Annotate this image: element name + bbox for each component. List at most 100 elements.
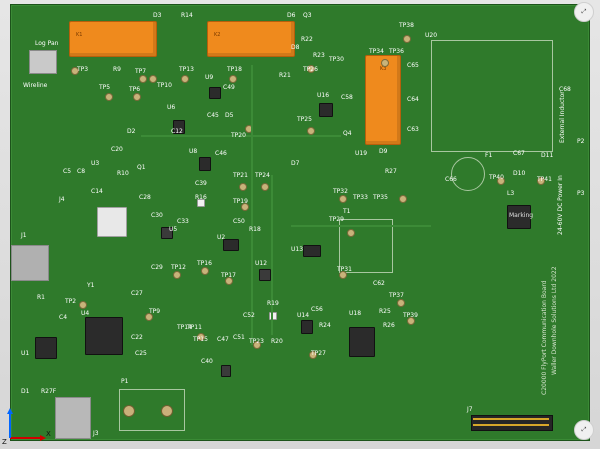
p1-pad-1: [123, 405, 135, 417]
u8-chip: [199, 157, 211, 171]
label-u13: U13: [291, 246, 304, 253]
label-tp23: TP23: [249, 338, 264, 345]
label-r27f: R27F: [41, 388, 57, 395]
label-tp29: TP29: [329, 216, 344, 223]
label-p3: P3: [577, 190, 585, 197]
pcb-3d-viewport[interactable]: K1 K2 K3 D3 R14 D6 Q3 TP38 U20 Log Pan T…: [0, 0, 600, 449]
trace-h2: [291, 225, 431, 227]
label-q1: Q1: [137, 164, 146, 171]
label-r27: R27: [385, 168, 397, 175]
label-c30: C30: [151, 212, 163, 219]
label-j1: J1: [21, 232, 27, 239]
label-u12: U12: [255, 260, 268, 267]
j1-connector: [11, 245, 49, 281]
label-u16: U16: [317, 92, 330, 99]
label-c64: C64: [407, 96, 419, 103]
label-d1: D1: [21, 388, 30, 395]
tp2-pad: [79, 301, 87, 309]
label-tp35: TP35: [373, 194, 388, 201]
label-p1: P1: [121, 378, 129, 385]
label-c27: C27: [131, 290, 143, 297]
tp16-pad: [201, 267, 209, 275]
label-tp6: TP6: [129, 86, 141, 93]
label-u8: U8: [189, 148, 198, 155]
trace-v2: [271, 175, 273, 335]
label-tp19: TP19: [233, 198, 248, 205]
label-d7: D7: [291, 160, 300, 167]
label-c66: C66: [445, 176, 457, 183]
label-wireline: Wireline: [23, 82, 48, 89]
label-c67: C67: [513, 150, 525, 157]
label-u1: U1: [21, 350, 30, 357]
label-u4: U4: [81, 310, 90, 317]
label-tp5: TP5: [99, 84, 111, 91]
label-c63: C63: [407, 126, 419, 133]
u16-chip: [319, 103, 333, 117]
board-title-text: C20000 FlyPort Communication Board: [541, 280, 548, 396]
label-c58: C58: [341, 94, 353, 101]
relay-left: K1: [69, 21, 157, 57]
zoom-fit-button[interactable]: ⤢: [574, 420, 594, 440]
board-subtitle-text: Waller Downhole Solutions Ltd 2022: [551, 266, 558, 375]
label-c50: C50: [233, 218, 245, 225]
label-tp32: TP32: [333, 188, 348, 195]
label-tp20: TP20: [231, 132, 246, 139]
label-r20: R20: [271, 338, 283, 345]
label-tp13: TP13: [179, 66, 194, 73]
label-r1: R1: [37, 294, 45, 301]
label-r14: R14: [181, 12, 193, 19]
label-c56: C56: [311, 306, 323, 313]
relay-right: K3: [365, 55, 401, 145]
label-j4: J4: [59, 196, 65, 203]
label-u14: U14: [297, 312, 310, 319]
p1-pad-2: [161, 405, 173, 417]
j7-pins-bottom: [473, 424, 549, 426]
label-tp31: TP31: [337, 266, 352, 273]
label-f1: F1: [485, 152, 493, 159]
label-tp12: TP12: [171, 264, 186, 271]
label-u5: U5: [169, 226, 178, 233]
j3-connector: [55, 397, 91, 439]
label-c62: C62: [373, 280, 385, 287]
label-t1: T1: [343, 208, 351, 215]
label-q4: Q4: [343, 130, 352, 137]
label-tp16: TP16: [197, 260, 212, 267]
label-tp17: TP17: [221, 272, 236, 279]
label-tp3: TP3: [77, 66, 89, 73]
label-r9: R9: [113, 66, 121, 73]
label-tp21: TP21: [233, 172, 248, 179]
label-tp36: TP36: [389, 48, 404, 55]
tp35-pad: [399, 195, 407, 203]
tp10-pad: [149, 75, 157, 83]
label-c22: C22: [131, 334, 143, 341]
power-in-text: 24-60V DC Power In: [557, 175, 564, 235]
axis-x-label: X: [46, 430, 51, 438]
label-j3: J3: [93, 430, 99, 437]
label-y1: Y1: [87, 282, 95, 289]
label-c33: C33: [177, 218, 189, 225]
label-tp25: TP25: [297, 116, 312, 123]
tp21-pad: [239, 183, 247, 191]
label-tp41: TP41: [537, 176, 552, 183]
tp12-pad: [173, 271, 181, 279]
view-cube-button[interactable]: ⤢: [574, 2, 594, 22]
axis-triad-icon: [7, 408, 46, 441]
label-d5: D5: [225, 112, 234, 119]
label-d10: D10: [513, 170, 526, 177]
u18-chip: [349, 327, 375, 357]
label-d8: D8: [291, 44, 300, 51]
label-c39: C39: [195, 180, 207, 187]
u12-chip: [259, 269, 271, 281]
label-c8: C8: [77, 168, 86, 175]
label-tp37: TP37: [389, 292, 404, 299]
trace-v1: [251, 65, 253, 345]
label-r24: R24: [319, 322, 331, 329]
tp29-pad: [347, 229, 355, 237]
tp24-pad: [261, 183, 269, 191]
tp25-pad: [307, 127, 315, 135]
label-d2: D2: [127, 128, 136, 135]
label-r19: R19: [267, 300, 279, 307]
tp37-pad: [397, 299, 405, 307]
label-c14: C14: [91, 188, 103, 195]
label-r26: R26: [383, 322, 395, 329]
